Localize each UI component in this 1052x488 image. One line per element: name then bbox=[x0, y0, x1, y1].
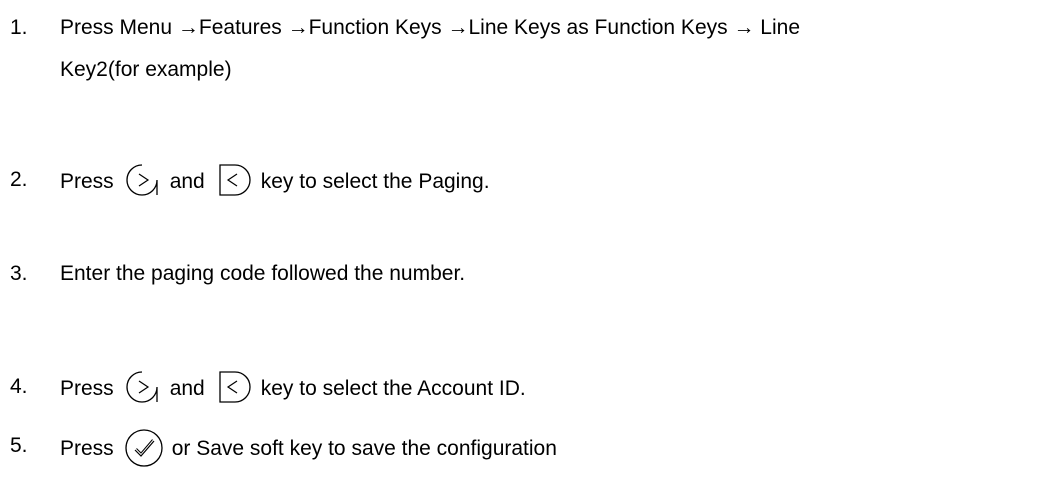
right-arrow-key-icon bbox=[124, 369, 162, 405]
step-number: 3. bbox=[10, 262, 28, 285]
step-text: Press and key to select the Paging. bbox=[60, 162, 1044, 200]
step-text-middle: and bbox=[169, 377, 205, 400]
step-text-before: Press bbox=[60, 377, 114, 400]
step-text-line: Press Menu →Features →Function Keys →Lin… bbox=[60, 16, 800, 39]
step-number: 4. bbox=[10, 375, 28, 398]
step-text-after: or Save soft key to save the configurati… bbox=[171, 437, 557, 460]
step-number: 2. bbox=[10, 168, 28, 191]
step-text-after: key to select the Account ID. bbox=[260, 377, 526, 400]
step-text-middle: and bbox=[169, 170, 205, 193]
step-text-after: key to select the Paging. bbox=[260, 170, 490, 193]
ok-check-key-icon bbox=[124, 428, 164, 468]
step-text: Press or Save soft key to save the confi… bbox=[60, 428, 1044, 468]
step-text: Press and key to select the Account ID. bbox=[60, 369, 1044, 407]
step-text-before: Press bbox=[60, 170, 114, 193]
left-arrow-key-icon bbox=[215, 369, 253, 405]
step-text: Enter the paging code followed the numbe… bbox=[60, 262, 466, 285]
left-arrow-key-icon bbox=[215, 162, 253, 198]
step-text-line: Key2(for example) bbox=[60, 58, 232, 81]
step-text-before: Press bbox=[60, 437, 114, 460]
step-text: Press Menu →Features →Function Keys →Lin… bbox=[60, 10, 1044, 88]
step-number: 1. bbox=[10, 16, 28, 39]
right-arrow-key-icon bbox=[124, 162, 162, 198]
step-number: 5. bbox=[10, 434, 28, 457]
